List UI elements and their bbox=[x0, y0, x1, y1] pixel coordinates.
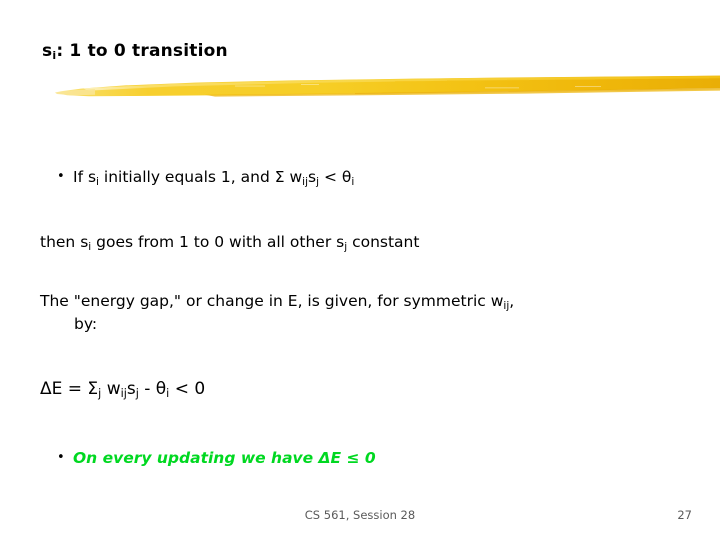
then-t1: then s bbox=[40, 233, 89, 251]
slide-title-variable: s bbox=[42, 41, 53, 61]
footer-page-number: 27 bbox=[677, 508, 692, 522]
cond-t3: s bbox=[308, 168, 317, 186]
eq-t3: s bbox=[126, 379, 136, 399]
footer-course-label: CS 561, Session 28 bbox=[304, 508, 416, 522]
slide-canvas: s i : 1 to 0 transition • If si initially … bbox=[0, 0, 720, 540]
bullet-item-conclusion: • On every updating we have ΔE ≤ 0 bbox=[57, 449, 376, 467]
line-energy-gap: The "energy gap," or change in E, is giv… bbox=[40, 291, 514, 312]
cond-t2: initially equals 1, and Σ w bbox=[98, 168, 303, 186]
bullet-item-condition: • If si initially equals 1, and Σ wijsj … bbox=[57, 168, 355, 188]
eq-t1: ΔE = Σ bbox=[40, 379, 99, 399]
bullet-marker-icon-conclusion: • bbox=[57, 450, 65, 465]
eq-t4: - θ bbox=[138, 379, 167, 399]
bullet-item-conclusion-text: On every updating we have ΔE ≤ 0 bbox=[73, 449, 376, 467]
bullet-marker-icon: • bbox=[57, 169, 65, 184]
line-then-transition: then si goes from 1 to 0 with all other … bbox=[40, 232, 419, 253]
then-t2: goes from 1 to 0 with all other s bbox=[91, 233, 345, 251]
slide-title-rest: : 1 to 0 transition bbox=[56, 41, 228, 61]
eq-t5: < 0 bbox=[169, 379, 206, 399]
eq-t2: w bbox=[101, 379, 121, 399]
egap-t2: , bbox=[509, 292, 515, 310]
cond-t4: < θ bbox=[319, 168, 352, 186]
bullet-item-condition-text: If si initially equals 1, and Σ wijsj < … bbox=[73, 168, 355, 188]
cond-sub4: i bbox=[351, 175, 355, 188]
line-energy-gap-continuation: by: bbox=[74, 315, 98, 333]
then-t3: constant bbox=[347, 233, 420, 251]
yellow-brush-stroke-icon bbox=[55, 68, 720, 106]
cond-t1: If s bbox=[73, 168, 97, 186]
slide-title: si: 1 to 0 transition bbox=[42, 41, 228, 62]
equation-delta-e: ΔE = Σj wijsj - θi < 0 bbox=[40, 379, 205, 399]
egap-t1: The "energy gap," or change in E, is giv… bbox=[40, 292, 504, 310]
